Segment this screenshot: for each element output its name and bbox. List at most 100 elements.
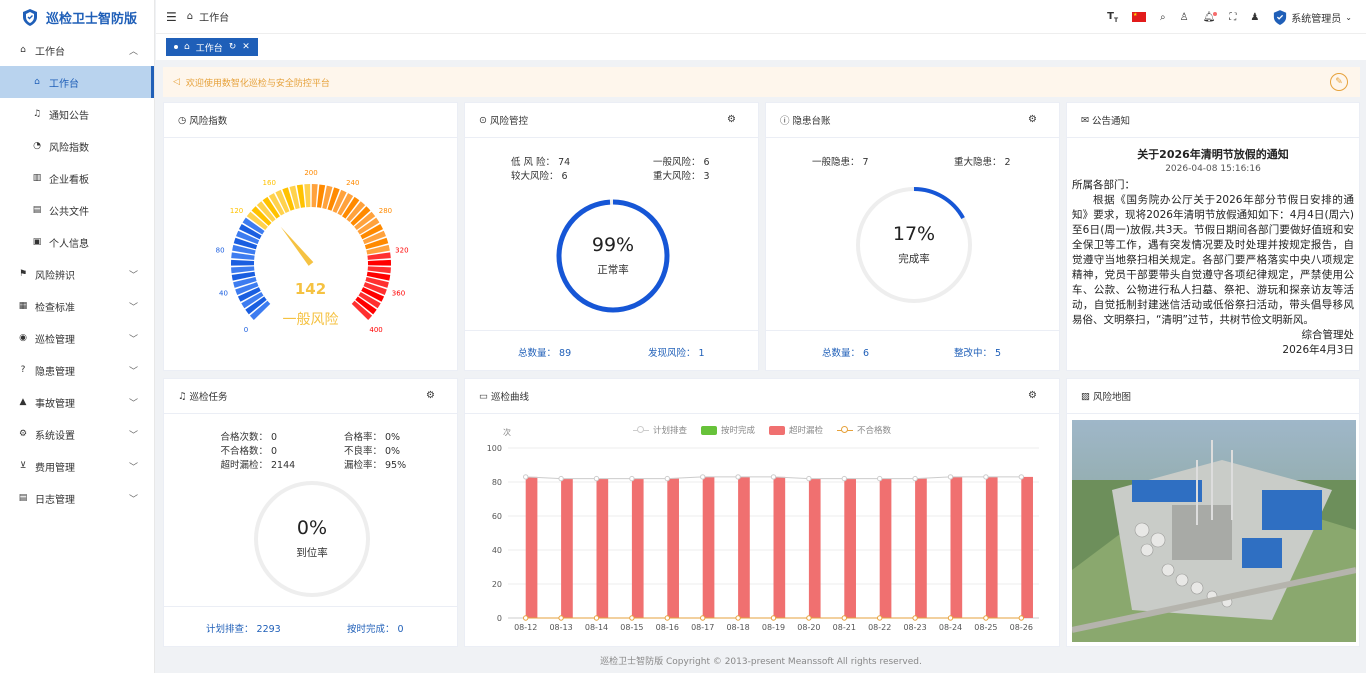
bar-1 xyxy=(844,478,856,618)
pie-icon: ◔ xyxy=(33,141,41,151)
found-risk-count: 发现风险： 1 xyxy=(648,345,705,359)
x-tick-label: 08-21 xyxy=(833,623,856,632)
announcement-body: 所属各部门： 根据《国务院办公厅关于2026年部分节假日安排的通知》要求，现将2… xyxy=(1072,178,1354,370)
stat-value: 95% xyxy=(385,460,407,471)
bar-chart-icon: ▥ xyxy=(32,173,42,183)
low-risk-stat: 低 风 险： 74 xyxy=(511,154,570,168)
card-header: ▭ 巡检曲线 ⚙ xyxy=(465,379,1059,414)
sidebar-item-label: 工作台 xyxy=(49,78,79,90)
stat-value: 0 xyxy=(271,446,278,457)
card-header: ⓘ 隐患台账 ⚙ xyxy=(766,103,1059,138)
gear-icon[interactable]: ⚙ xyxy=(426,390,435,401)
gear-icon[interactable]: ⚙ xyxy=(1028,390,1037,401)
home-icon: ⌂ xyxy=(186,11,194,22)
sidebar-item-label: 隐患管理 xyxy=(35,366,75,378)
total-count: 总数量： 89 xyxy=(518,345,571,359)
gauge-segment xyxy=(311,184,318,208)
breadcrumb-item[interactable]: 工作台 xyxy=(199,9,229,24)
app-title: 巡检卫士智防版 xyxy=(46,11,138,27)
sidebar-item-13[interactable]: ⊻ 费用管理 ﹀ xyxy=(0,450,154,482)
pass-count-stat: 合格次数： 0 xyxy=(220,429,295,443)
sidebar-item-5[interactable]: ▤ 公共文件 xyxy=(0,194,154,226)
stat-label: 总数量： xyxy=(518,348,557,359)
normal-rate-percent: 99% xyxy=(591,234,635,256)
bell-icon: ♫ xyxy=(32,109,42,119)
sidebar-item-1[interactable]: ⌂ 工作台 xyxy=(0,66,154,98)
refresh-icon[interactable]: ↻ xyxy=(229,42,237,52)
gear-icon[interactable]: ⚙ xyxy=(727,114,736,125)
donut-label: 0% 到位率 xyxy=(252,517,372,560)
edit-icon[interactable]: ✎ xyxy=(1330,73,1348,91)
gauge-segment xyxy=(367,266,391,274)
bar-1 xyxy=(915,478,927,618)
sidebar-item-2[interactable]: ♫ 通知公告 xyxy=(0,98,154,130)
stat-value: 89 xyxy=(559,348,572,359)
sidebar-item-9[interactable]: ◉ 巡检管理 ﹀ xyxy=(0,322,154,354)
header-tools: TT ⌕ ♙ 🔔︎ ⛶ ♟ 系统管理员 ⌄ xyxy=(1107,0,1352,34)
patrol-curve-card: ▭ 巡检曲线 ⚙ 计划排查 按时完成 超时漏检 不合格数 次 0 20 40 60 80 100 0… xyxy=(464,378,1060,647)
sidebar-item-0[interactable]: ⌂ 工作台 ︿ xyxy=(0,34,154,66)
hamburger-menu-icon[interactable]: ☰ xyxy=(166,10,177,24)
sidebar-item-12[interactable]: ⚙ 系统设置 ﹀ xyxy=(0,418,154,450)
gauge-tick-label: 80 xyxy=(216,247,225,255)
y-tick-label: 60 xyxy=(492,512,502,521)
bell-icon: ♫ xyxy=(178,390,187,402)
sidebar-item-label: 巡检管理 xyxy=(35,334,75,346)
sidebar-item-label: 个人信息 xyxy=(49,238,89,250)
shirt-theme-icon[interactable]: ♙ xyxy=(1180,12,1189,23)
font-size-icon[interactable]: TT xyxy=(1107,11,1118,24)
stat-value: 6 xyxy=(703,157,710,168)
fail-count-stat: 不合格数： 0 xyxy=(220,443,295,457)
tab-workbench[interactable]: ⌂ 工作台 ↻ ✕ xyxy=(166,38,258,56)
card-footer: 计划排查： 2293 按时完成： 0 xyxy=(164,606,457,646)
hazard-total-count: 总数量： 6 xyxy=(822,345,869,359)
chevron-down-icon: ﹀ xyxy=(128,302,138,313)
chevron-down-icon: ﹀ xyxy=(128,462,138,473)
close-icon[interactable]: ✕ xyxy=(242,42,250,52)
sidebar-item-label: 公共文件 xyxy=(49,206,89,218)
fullscreen-icon[interactable]: ⛶ xyxy=(1229,12,1236,23)
risk-map-image[interactable] xyxy=(1072,420,1356,642)
series-point xyxy=(558,615,564,621)
user-icon[interactable]: ♟ xyxy=(1250,12,1259,23)
patrol-task-card: ♫ 巡检任务 ⚙ 合格次数： 0 合格率： 0% 不合格数： 0 不良率： 0%… xyxy=(163,378,458,647)
user-menu[interactable]: 系统管理员 ⌄ xyxy=(1273,9,1352,25)
notification-bell-icon[interactable]: 🔔︎ xyxy=(1203,11,1218,23)
stat-label: 不良率： xyxy=(343,446,382,457)
sidebar-item-14[interactable]: ▤ 日志管理 ﹀ xyxy=(0,482,154,514)
sidebar-item-10[interactable]: ? 隐患管理 ﹀ xyxy=(0,354,154,386)
stat-label: 按时完成： xyxy=(347,624,395,635)
gauge-value: 142 xyxy=(294,280,327,298)
stat-value: 3 xyxy=(703,171,710,182)
stat-value: 1 xyxy=(698,348,705,359)
tab-active-dot xyxy=(174,45,178,49)
card-title: 巡检曲线 xyxy=(490,392,529,403)
language-flag-icon[interactable] xyxy=(1132,12,1147,22)
home-icon: ⌂ xyxy=(20,45,26,55)
patrol-curve-chart: 次 0 20 40 60 80 100 08-12 08-13 08-14 08-15 08-16 08… xyxy=(487,427,1039,632)
series-point xyxy=(523,615,529,621)
card-header: ✉ 公告通知 xyxy=(1067,103,1359,138)
series-point xyxy=(877,615,883,621)
search-icon[interactable]: ⌕ xyxy=(1160,12,1166,23)
risk-gauge: 04080120160200240280320360400 xyxy=(216,169,409,334)
announcement-text: 根据《国务院办公厅关于2026年部分节假日安排的通知》要求，现将2026年清明节… xyxy=(1072,194,1354,326)
image-icon: ▨ xyxy=(1081,390,1090,402)
sidebar-item-7[interactable]: ⚑ 风险辨识 ﹀ xyxy=(0,258,154,290)
sidebar-item-11[interactable]: ▲ 事故管理 ﹀ xyxy=(0,386,154,418)
stat-value: 7 xyxy=(862,157,869,168)
series-point xyxy=(912,475,918,482)
series-point xyxy=(1018,474,1024,480)
sidebar-item-4[interactable]: ▥ 企业看板 xyxy=(0,162,154,194)
notice-text: 欢迎使用数智化巡检与安全防控平台 xyxy=(185,78,330,89)
donut-label: 17% 完成率 xyxy=(854,223,974,266)
arrival-rate-percent: 0% xyxy=(296,517,328,539)
x-tick-label: 08-26 xyxy=(1010,623,1033,632)
gear-icon[interactable]: ⚙ xyxy=(1028,114,1037,125)
sidebar-item-6[interactable]: ▣ 个人信息 xyxy=(0,226,154,258)
sidebar-item-3[interactable]: ◔ 风险指数 xyxy=(0,130,154,162)
announcement-heading[interactable]: 关于2026年清明节放假的通知 xyxy=(1067,146,1359,162)
series-point xyxy=(558,475,564,482)
series-point xyxy=(735,474,741,480)
sidebar-item-8[interactable]: ▦ 检查标准 ﹀ xyxy=(0,290,154,322)
